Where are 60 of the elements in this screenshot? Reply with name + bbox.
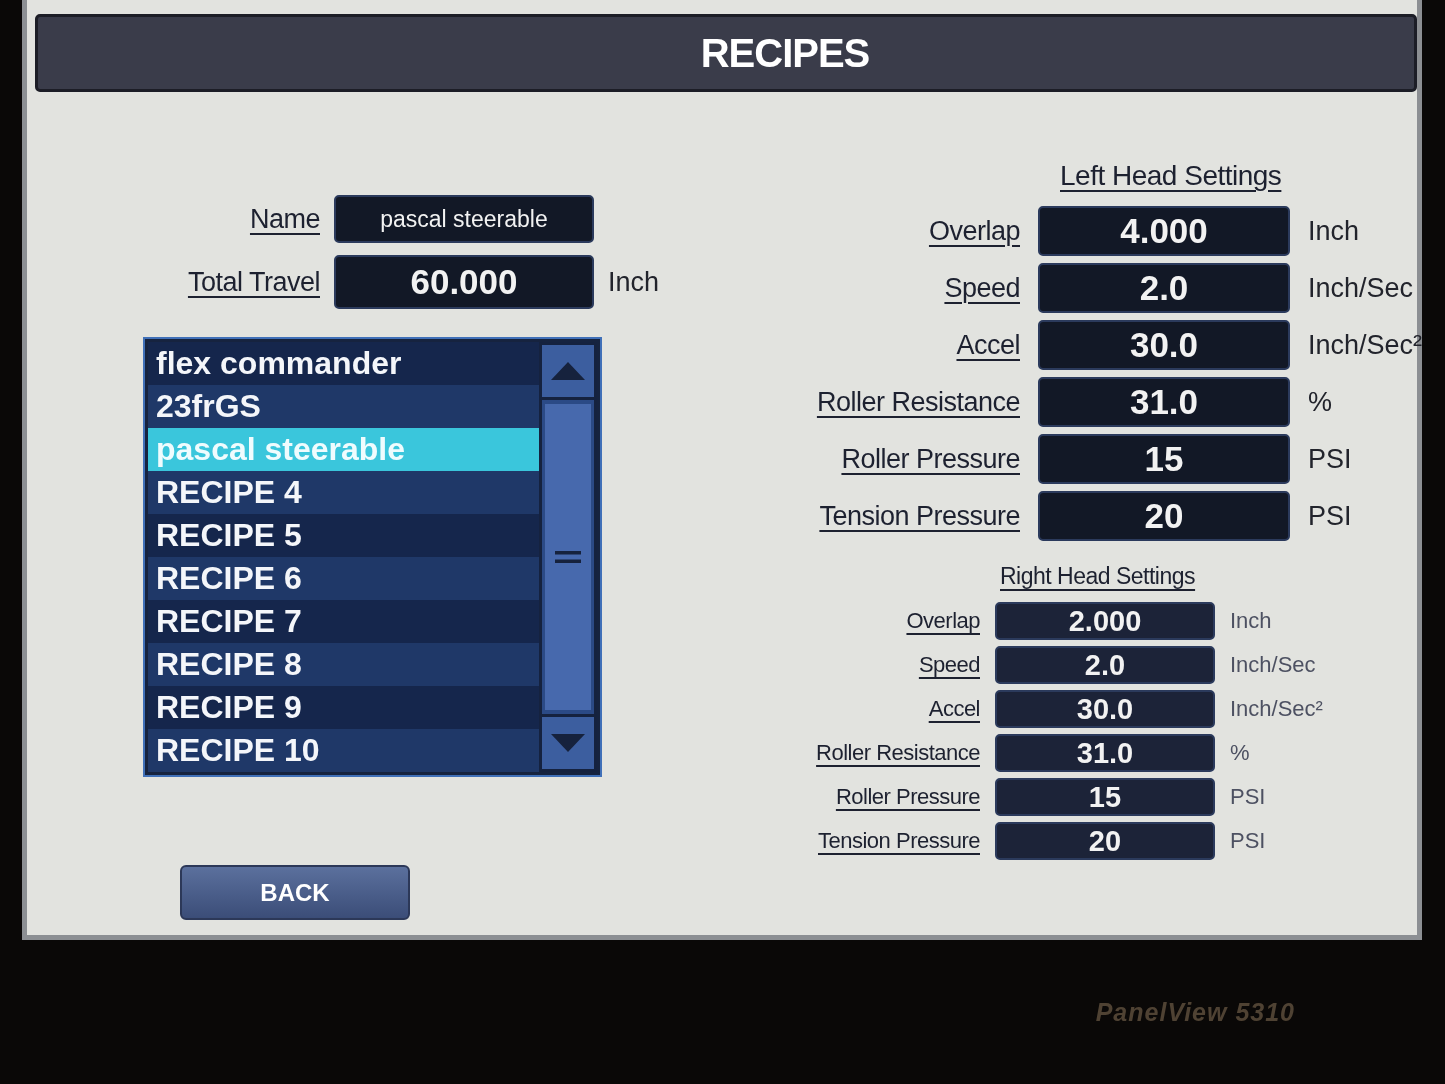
field-label: Roller Resistance: [816, 386, 1020, 418]
device-model-label: PanelView 5310: [1095, 997, 1295, 1027]
field-label: Speed: [918, 652, 980, 678]
down-triangle-icon: [551, 734, 585, 752]
value-field[interactable]: 30.0: [995, 690, 1215, 728]
value-field[interactable]: 20: [995, 822, 1215, 860]
unit-label: Inch/Sec²: [1308, 329, 1423, 361]
field-label: Tension Pressure: [818, 828, 980, 854]
unit-label: PSI: [1308, 443, 1353, 475]
unit-label: Inch/Sec²: [1230, 696, 1324, 722]
value-field[interactable]: 2.000: [995, 602, 1215, 640]
value-field[interactable]: 2.0: [1038, 263, 1290, 313]
value-field[interactable]: 30.0: [1038, 320, 1290, 370]
unit-label: %: [1230, 740, 1251, 766]
field-label: Roller Resistance: [816, 740, 980, 766]
scroll-down-button[interactable]: [542, 717, 594, 769]
name-field[interactable]: pascal steerable: [334, 195, 594, 243]
list-item[interactable]: 23frGS: [148, 385, 539, 428]
field-label: Name: [249, 203, 320, 235]
value-field[interactable]: 60.000: [334, 255, 594, 309]
window-title: RECIPES: [700, 30, 870, 76]
unit-label: Inch/Sec: [1230, 652, 1317, 678]
list-item[interactable]: RECIPE 4: [148, 471, 539, 514]
value-field[interactable]: 20: [1038, 491, 1290, 541]
unit-label: Inch: [608, 266, 660, 298]
section-title: Left Head Settings: [1060, 160, 1282, 192]
unit-label: PSI: [1230, 784, 1267, 810]
field-label: Total Travel: [187, 266, 320, 298]
up-triangle-icon: [551, 362, 585, 380]
list-item[interactable]: RECIPE 6: [148, 557, 539, 600]
scroll-up-button[interactable]: [542, 345, 594, 397]
value-field[interactable]: 4.000: [1038, 206, 1290, 256]
unit-label: Inch: [1308, 215, 1361, 247]
field-label: Roller Pressure: [835, 784, 980, 810]
field-label: Overlap: [906, 608, 980, 634]
unit-label: PSI: [1230, 828, 1267, 854]
value-field[interactable]: 31.0: [995, 734, 1215, 772]
list-item[interactable]: RECIPE 7: [148, 600, 539, 643]
field-label: Speed: [944, 272, 1020, 304]
list-item[interactable]: flex commander: [148, 342, 539, 385]
list-item[interactable]: RECIPE 8: [148, 643, 539, 686]
list-item[interactable]: RECIPE 9: [148, 686, 539, 729]
value-field[interactable]: 15: [1038, 434, 1290, 484]
grip-icon: [555, 551, 581, 563]
field-label: Accel: [928, 696, 980, 722]
section-title: Right Head Settings: [1000, 563, 1196, 590]
value-field[interactable]: 15: [995, 778, 1215, 816]
value-field[interactable]: 31.0: [1038, 377, 1290, 427]
field-label: Accel: [956, 329, 1020, 361]
field-label: Tension Pressure: [819, 500, 1020, 532]
value-field[interactable]: 2.0: [995, 646, 1215, 684]
list-item[interactable]: RECIPE 5: [148, 514, 539, 557]
unit-label: Inch/Sec: [1308, 272, 1415, 304]
field-label: Overlap: [928, 215, 1020, 247]
list-item[interactable]: RECIPE 10: [148, 729, 539, 772]
unit-label: Inch: [1230, 608, 1273, 634]
unit-label: %: [1308, 386, 1333, 418]
field-label: Roller Pressure: [841, 443, 1020, 475]
back-button[interactable]: BACK: [180, 865, 410, 920]
unit-label: PSI: [1308, 500, 1353, 532]
